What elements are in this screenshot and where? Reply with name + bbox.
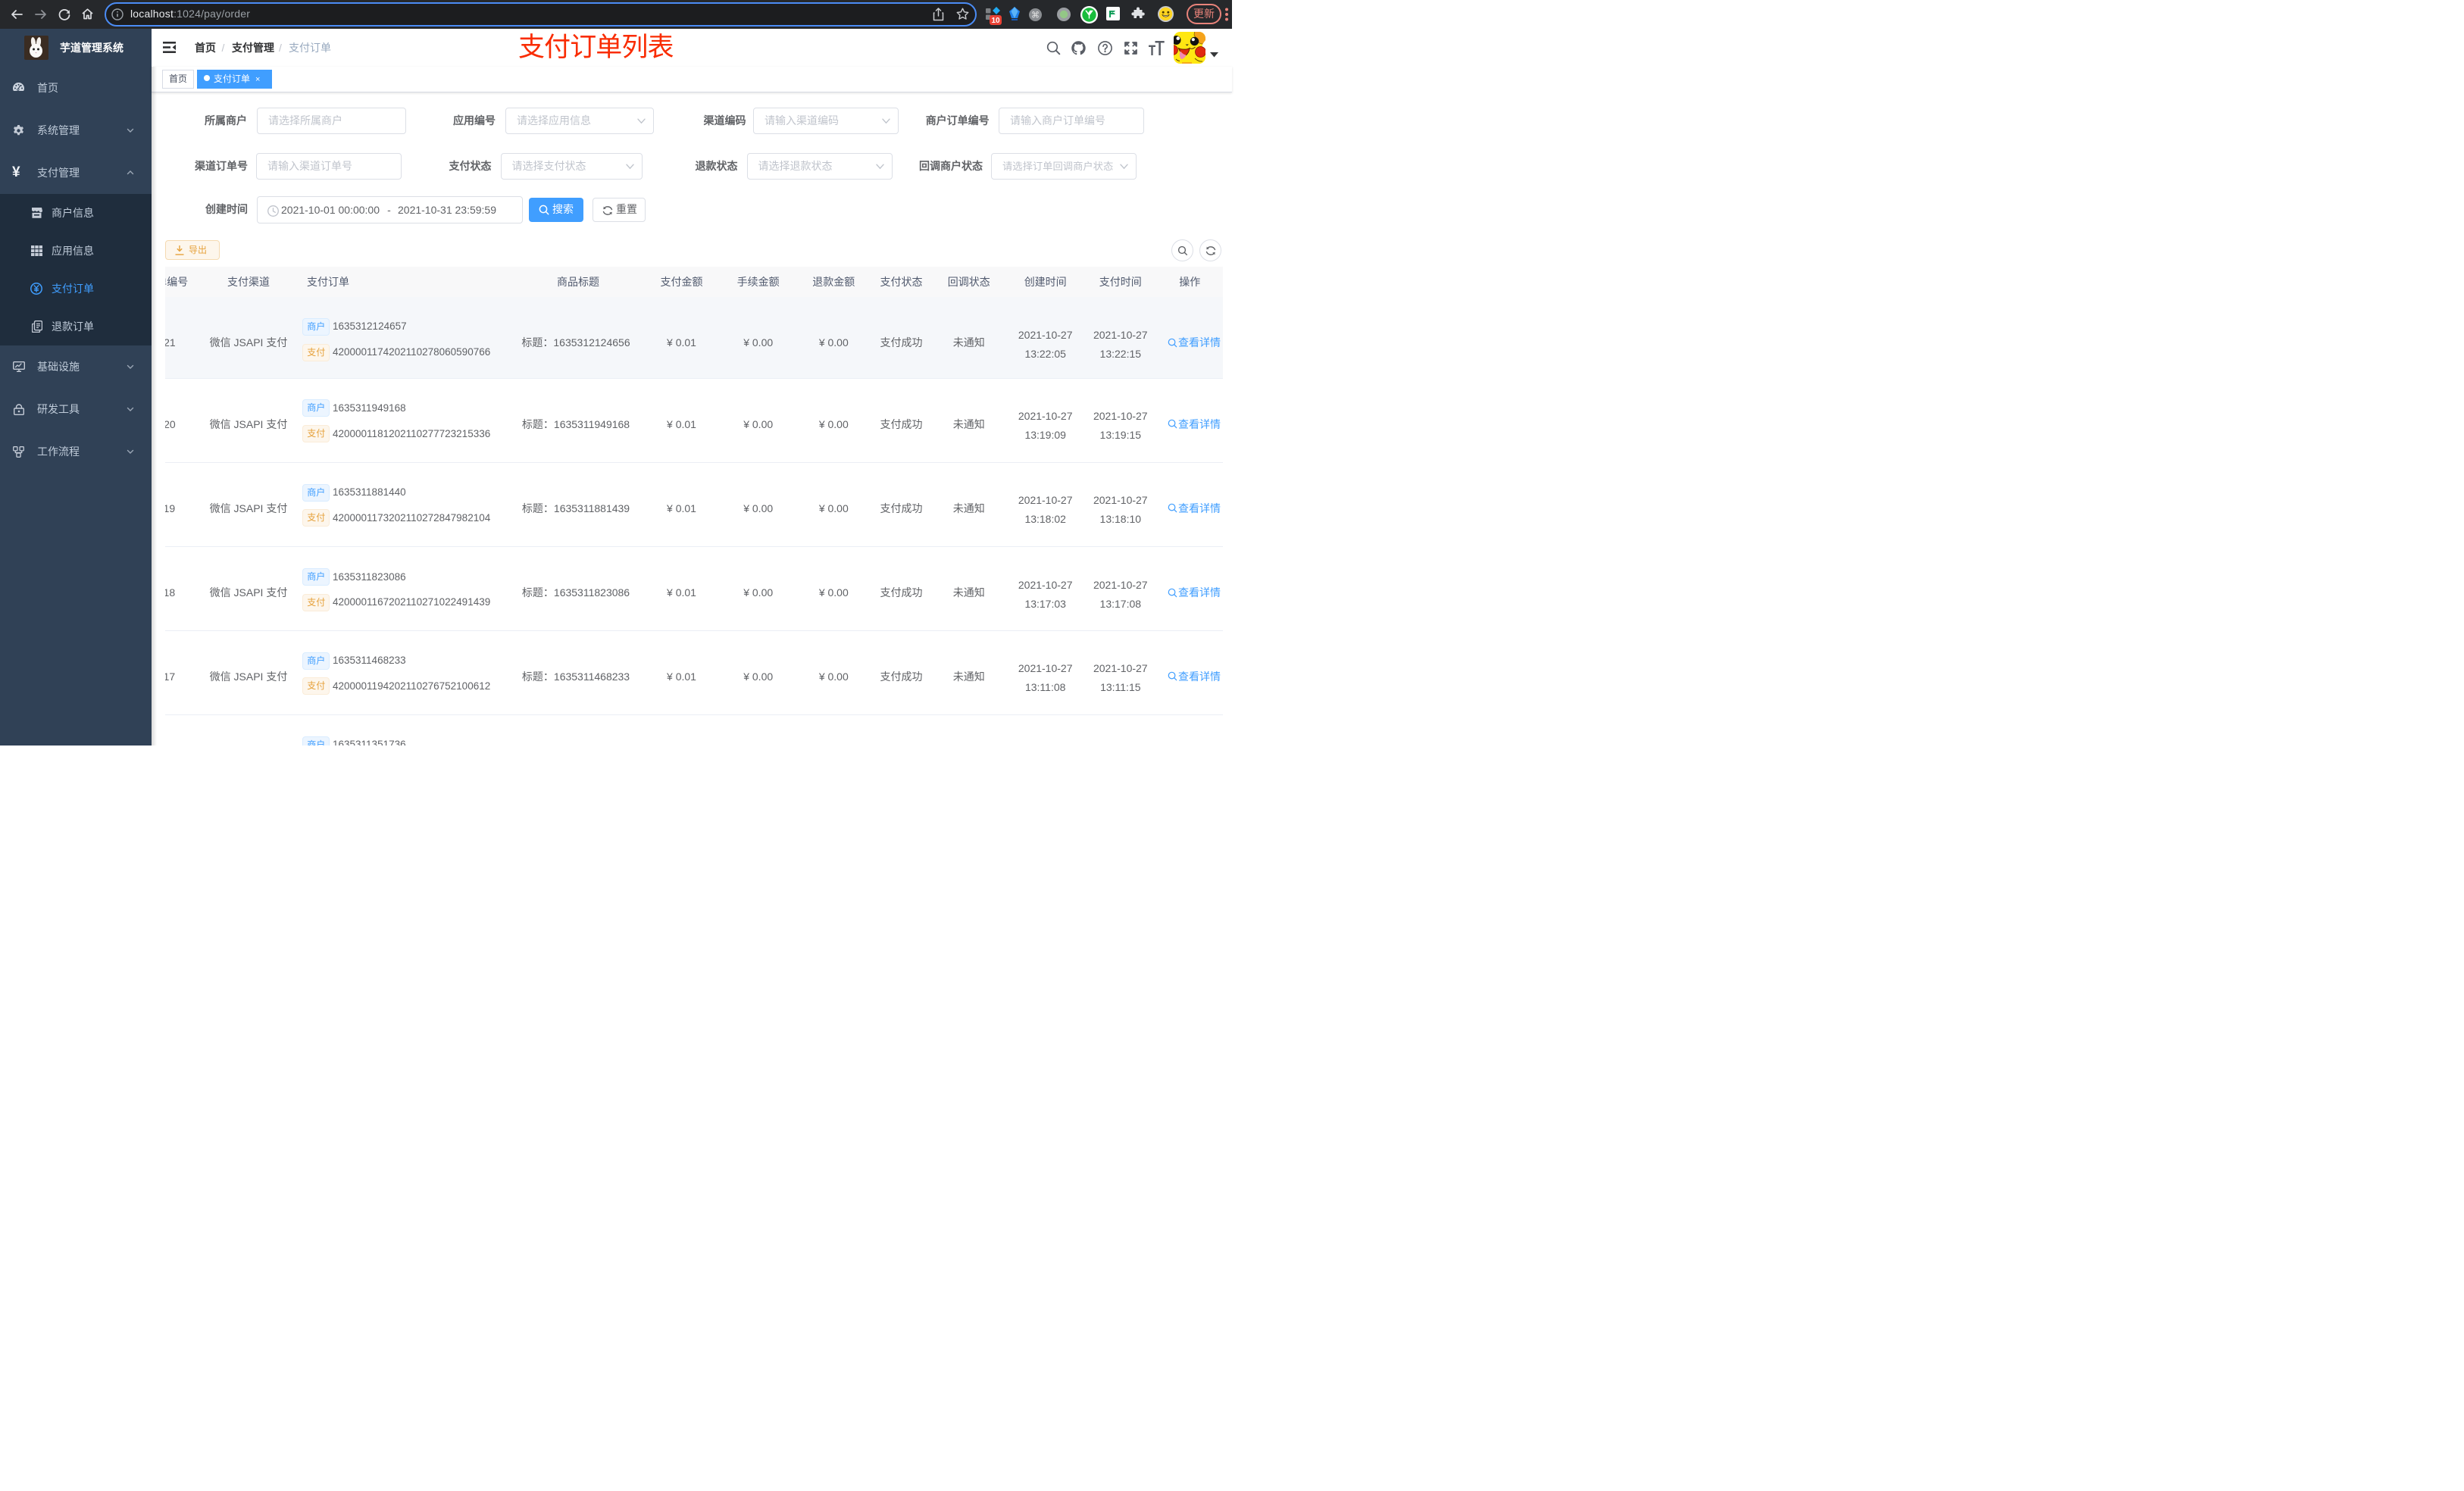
svg-text:⌘: ⌘	[1031, 11, 1040, 20]
svg-text:10: 10	[991, 17, 1000, 25]
